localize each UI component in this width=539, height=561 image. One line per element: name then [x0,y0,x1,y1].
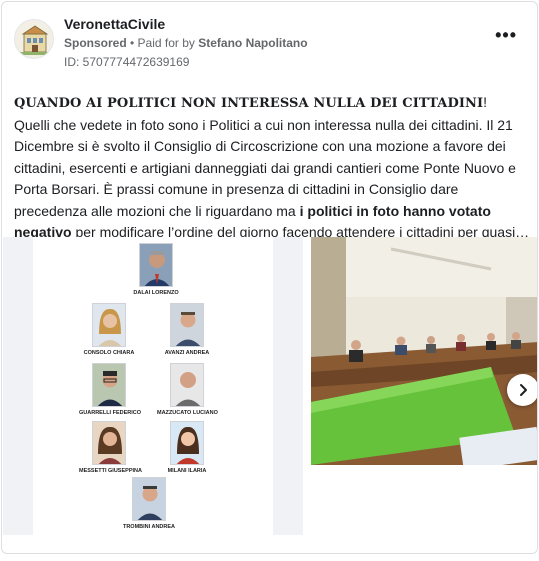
carousel-next-button[interactable] [507,374,537,406]
politicians-grid: DALAI LORENZO CONSOLO CHIARA AVANZI ANDR… [33,237,273,535]
portrait-photo [170,363,204,407]
politician-card: DALAI LORENZO [126,243,186,296]
ad-post-card: VeronettaCivile Sponsored • Paid for by … [1,1,538,554]
politician-name: MESSETTI GIUSEPPINA [79,468,142,474]
politician-name: MAZZUCATO LUCIANO [157,410,218,416]
portrait-photo [92,303,126,347]
media-carousel[interactable]: DALAI LORENZO CONSOLO CHIARA AVANZI ANDR… [3,237,537,535]
sponsored-line: Sponsored • Paid for by Stefano Napolita… [64,36,308,50]
politician-card: MESSETTI GIUSEPPINA [79,421,142,474]
portrait-photo [132,477,166,521]
building-logo-icon [15,20,53,58]
carousel-slide-politicians[interactable]: DALAI LORENZO CONSOLO CHIARA AVANZI ANDR… [3,237,303,535]
sponsored-label: Sponsored [64,36,127,50]
headline-end: ! [483,94,488,110]
ad-id: ID: 5707774472639169 [64,55,190,69]
portrait-photo [92,421,126,465]
council-meeting-photo [311,237,537,465]
more-options-button[interactable]: ••• [495,26,517,44]
portrait-photo [139,243,173,287]
portrait-photo [92,363,126,407]
carousel-slide-council-photo[interactable] [311,237,537,465]
politician-card: AVANZI ANDREA [157,303,217,356]
post-body: QUANDO AI POLITICI NON INTERESSA NULLA D… [14,92,532,244]
politician-card: MILANI ILARIA [157,421,217,474]
politician-name: AVANZI ANDREA [164,350,210,356]
politician-card: TROMBINI ANDREA [119,477,179,530]
chevron-right-icon [520,384,527,396]
politician-name: CONSOLO CHIARA [83,350,135,356]
portrait-photo [170,421,204,465]
politician-card: MAZZUCATO LUCIANO [157,363,218,416]
politician-name: GUARRELLI FEDERICO [79,410,142,416]
page-name-link[interactable]: VeronettaCivile [64,16,165,32]
politician-card: CONSOLO CHIARA [79,303,139,356]
politician-name: MILANI ILARIA [167,468,207,474]
politician-name: DALAI LORENZO [133,290,179,296]
page-avatar[interactable] [14,19,54,59]
portrait-photo [170,303,204,347]
politician-card: GUARRELLI FEDERICO [79,363,142,416]
paid-for-name[interactable]: Stefano Napolitano [198,36,307,50]
post-headline: QUANDO AI POLITICI NON INTERESSA NULLA D… [14,96,484,111]
paid-for-prefix: • Paid for by [126,36,199,50]
politician-name: TROMBINI ANDREA [122,524,176,530]
